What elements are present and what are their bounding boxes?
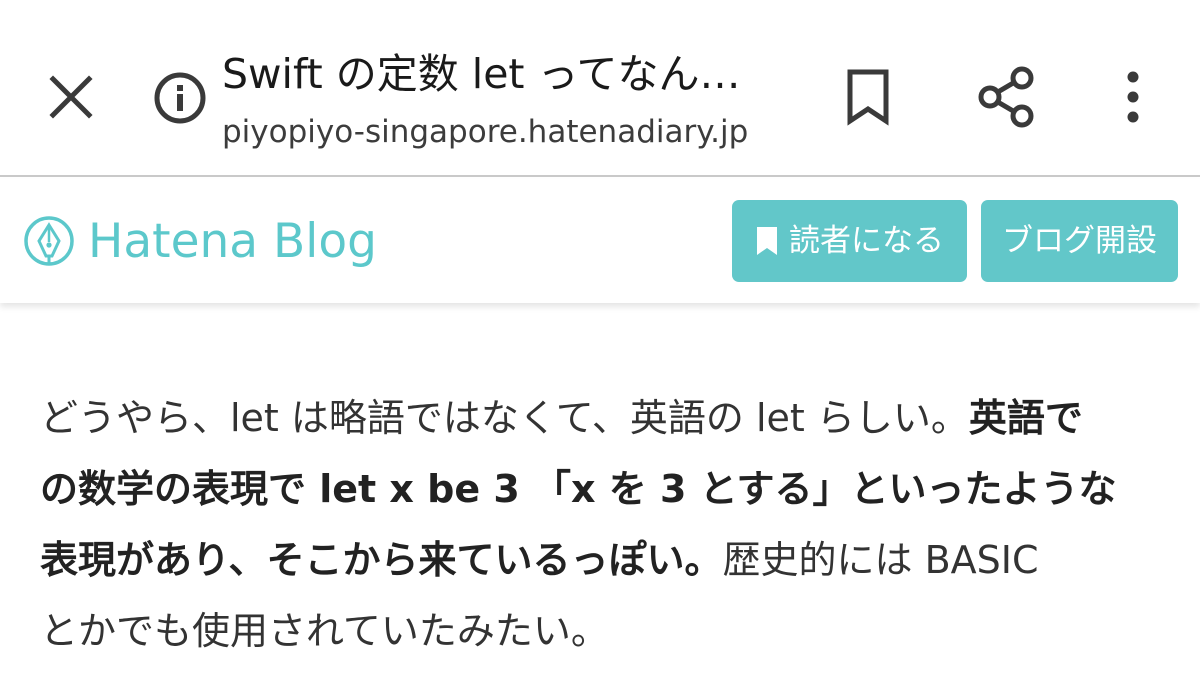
- start-blog-button[interactable]: ブログ開設: [981, 200, 1178, 282]
- close-button[interactable]: [40, 66, 102, 128]
- hatena-blog-logo[interactable]: Hatena Blog: [22, 209, 422, 273]
- share-button[interactable]: [974, 64, 1040, 130]
- bookmark-icon: [757, 227, 777, 255]
- more-menu-button[interactable]: [1112, 66, 1154, 128]
- page-url: piyopiyo-singapore.hatenadiary.jp: [222, 114, 749, 150]
- bookmark-icon: [847, 69, 889, 126]
- article-emphasis: の数学の表現で let x be 3 「x を 3 とする」といったような: [40, 467, 1117, 511]
- more-vert-icon: [1127, 71, 1139, 123]
- close-icon: [49, 75, 93, 119]
- article-line: の数学の表現で let x be 3 「x を 3 とする」といったような: [40, 454, 1170, 525]
- info-icon: [154, 72, 206, 124]
- article-body: どうやら、let は略語ではなくて、英語の let らしい。英語で の数学の表現…: [40, 383, 1170, 667]
- article-emphasis: 英語で: [968, 396, 1083, 440]
- share-icon: [978, 66, 1034, 128]
- logo-text: Hatena Blog: [88, 213, 377, 269]
- article-line: どうやら、let は略語ではなくて、英語の let らしい。英語で: [40, 383, 1170, 454]
- site-info-button[interactable]: [152, 70, 208, 126]
- article-text: どうやら、let は略語ではなくて、英語の let らしい。: [40, 396, 969, 440]
- article-emphasis: 表現があり、そこから来ているっぽい。: [40, 538, 723, 582]
- bookmark-button[interactable]: [838, 64, 898, 128]
- subscribe-button[interactable]: 読者になる: [732, 200, 967, 282]
- article-line: とかでも使用されていたみたい。: [40, 596, 1170, 667]
- article-text: とかでも使用されていたみたい。: [40, 609, 609, 653]
- page-title: Swift の定数 let ってなん…: [222, 50, 741, 98]
- pen-nib-icon: [24, 216, 74, 266]
- article-line: 表現があり、そこから来ているっぽい。歴史的には BASIC: [40, 525, 1170, 596]
- start-blog-button-label: ブログ開設: [1002, 222, 1157, 259]
- article-text: 歴史的には BASIC: [722, 538, 1039, 582]
- subscribe-button-label: 読者になる: [789, 222, 944, 259]
- browser-toolbar: Swift の定数 let ってなん… piyopiyo-singapore.h…: [0, 0, 1200, 177]
- blog-header: Hatena Blog 読者になる ブログ開設: [0, 179, 1200, 303]
